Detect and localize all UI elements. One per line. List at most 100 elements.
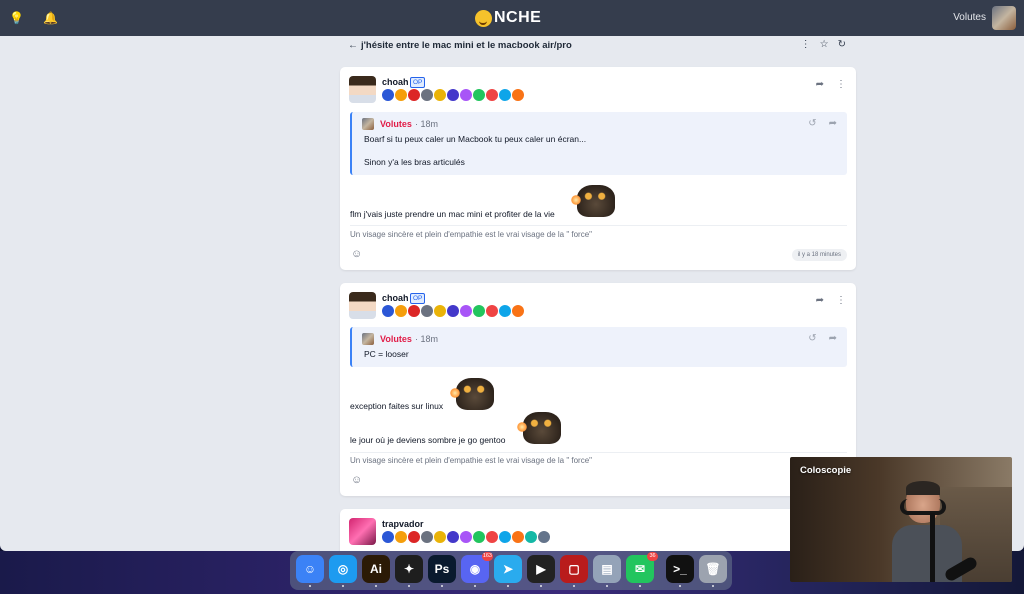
user-badge-icon	[486, 89, 498, 101]
thread-header: ← j'hésite entre le mac mini et le macbo…	[340, 36, 856, 56]
quote-time: · 18m	[415, 334, 439, 344]
more-vertical-icon[interactable]: ⋮	[836, 79, 846, 90]
dock-app-final-cut[interactable]: ▶	[527, 555, 555, 583]
divider	[350, 225, 847, 226]
user-badge-icon	[512, 305, 524, 317]
more-vertical-icon[interactable]: ⋮	[801, 39, 811, 50]
messages-icon: ✉	[634, 562, 646, 576]
running-indicator	[507, 585, 509, 587]
cat-emoji-sticker	[571, 185, 615, 217]
back-arrow-icon[interactable]: ←	[348, 40, 358, 51]
share-icon[interactable]: ➦	[816, 295, 824, 306]
user-badge-icon	[499, 89, 511, 101]
user-badge-icon	[512, 531, 524, 543]
dock-app-preview[interactable]: ▤	[593, 555, 621, 583]
bell-icon[interactable]: 🔔	[43, 10, 58, 26]
user-badge-icon	[525, 531, 537, 543]
quote-author[interactable]: Volutes	[380, 119, 412, 129]
dock-app-terminal[interactable]: >_	[666, 555, 694, 583]
user-badge-icon	[421, 305, 433, 317]
quote-line: Boarf si tu peux caler un Macbook tu peu…	[364, 134, 587, 144]
user-badge-icon	[486, 531, 498, 543]
share-icon[interactable]: ➦	[829, 118, 837, 129]
user-badge-icon	[395, 531, 407, 543]
avatar[interactable]	[349, 76, 376, 103]
more-vertical-icon[interactable]: ⋮	[836, 295, 846, 306]
user-badge-icon	[382, 305, 394, 317]
post-timestamp: il y a 18 minutes	[791, 249, 847, 261]
quote-actions: ↺ ➦	[808, 333, 837, 344]
post-author[interactable]: trapvador	[382, 519, 424, 529]
dock-app-photoshop[interactable]: Ps	[428, 555, 456, 583]
running-indicator	[375, 585, 377, 587]
avatar[interactable]	[349, 518, 376, 545]
figma-icon: ✦	[403, 562, 415, 576]
user-badge-icon	[395, 89, 407, 101]
quote-author[interactable]: Volutes	[380, 334, 412, 344]
notification-badge: 163	[481, 552, 493, 561]
dock-app-figma[interactable]: ✦	[395, 555, 423, 583]
refresh-icon[interactable]: ↻	[838, 39, 846, 50]
user-badge-icon	[447, 531, 459, 543]
user-badge-icon	[434, 305, 446, 317]
user-badge-icon	[447, 305, 459, 317]
dock-app-illustrator[interactable]: Ai	[362, 555, 390, 583]
dock-app-trash[interactable]: 🗑	[699, 555, 727, 583]
running-indicator	[408, 585, 410, 587]
user-badge-icon	[434, 89, 446, 101]
dock-app-discord[interactable]: ◉ 163	[461, 552, 493, 583]
dock-app-finder[interactable]: ☺	[296, 555, 324, 583]
running-indicator	[309, 585, 311, 587]
avatar[interactable]	[349, 292, 376, 319]
safari-icon: ◎	[337, 562, 349, 576]
dock-app-safari[interactable]: ◎	[329, 555, 357, 583]
dock-app-screen-recorder[interactable]: ▢	[560, 555, 588, 583]
history-icon[interactable]: ↺	[808, 333, 816, 344]
post-body-line: le jour où je deviens sombre je go gento…	[350, 435, 506, 445]
running-indicator	[679, 585, 681, 587]
running-indicator	[474, 585, 476, 587]
user-badge-icon	[538, 531, 550, 543]
add-reaction-icon[interactable]: ☺	[351, 474, 362, 486]
user-badge-icon	[408, 531, 420, 543]
telegram-icon: ➤	[502, 562, 514, 576]
user-badge-icon	[421, 89, 433, 101]
running-indicator	[606, 585, 608, 587]
share-icon[interactable]: ➦	[829, 333, 837, 344]
running-indicator	[342, 585, 344, 587]
lightbulb-icon[interactable]: 💡	[9, 10, 24, 26]
user-avatar[interactable]	[992, 6, 1016, 30]
quote-block: Volutes · 18m ↺ ➦ PC = looser	[350, 327, 847, 367]
user-badge-icon	[460, 89, 472, 101]
user-badges	[382, 531, 550, 543]
quote-avatar	[362, 118, 374, 130]
user-badge-icon	[421, 531, 433, 543]
cat-emoji-sticker	[517, 412, 561, 444]
dock-app-messages[interactable]: ✉ 36	[626, 552, 658, 583]
post-author[interactable]: choah	[382, 293, 409, 303]
post-card: choah OP ➦ ⋮ Volutes · 18m ↺ ➦ PC = loos…	[340, 283, 856, 496]
post-author[interactable]: choah	[382, 77, 409, 87]
dock-app-telegram[interactable]: ➤	[494, 555, 522, 583]
smiley-icon	[475, 9, 492, 27]
user-name[interactable]: Volutes	[953, 12, 986, 23]
star-icon[interactable]: ☆	[820, 39, 829, 50]
running-indicator	[639, 585, 641, 587]
thread-actions: ⋮ ☆ ↻	[801, 39, 846, 50]
site-logo[interactable]: NCHE	[475, 8, 541, 28]
user-badge-icon	[473, 531, 485, 543]
macos-dock: ☺ ◎ Ai ✦ Ps ◉ 163 ➤ ▶ ▢ ▤ ✉ 36 >_ 🗑	[290, 551, 732, 590]
user-badge-icon	[486, 305, 498, 317]
user-badge-icon	[382, 89, 394, 101]
history-icon[interactable]: ↺	[808, 118, 816, 129]
share-icon[interactable]: ➦	[816, 79, 824, 90]
streamer-figure	[892, 481, 979, 582]
post-actions: ➦ ⋮	[816, 79, 846, 90]
notification-badge: 36	[647, 552, 658, 561]
op-badge: OP	[410, 77, 426, 88]
illustrator-icon: Ai	[370, 562, 382, 576]
screen-recorder-icon: ▢	[568, 562, 580, 576]
running-indicator	[573, 585, 575, 587]
add-reaction-icon[interactable]: ☺	[351, 248, 362, 260]
post-body-line: exception faites sur linux	[350, 401, 444, 411]
